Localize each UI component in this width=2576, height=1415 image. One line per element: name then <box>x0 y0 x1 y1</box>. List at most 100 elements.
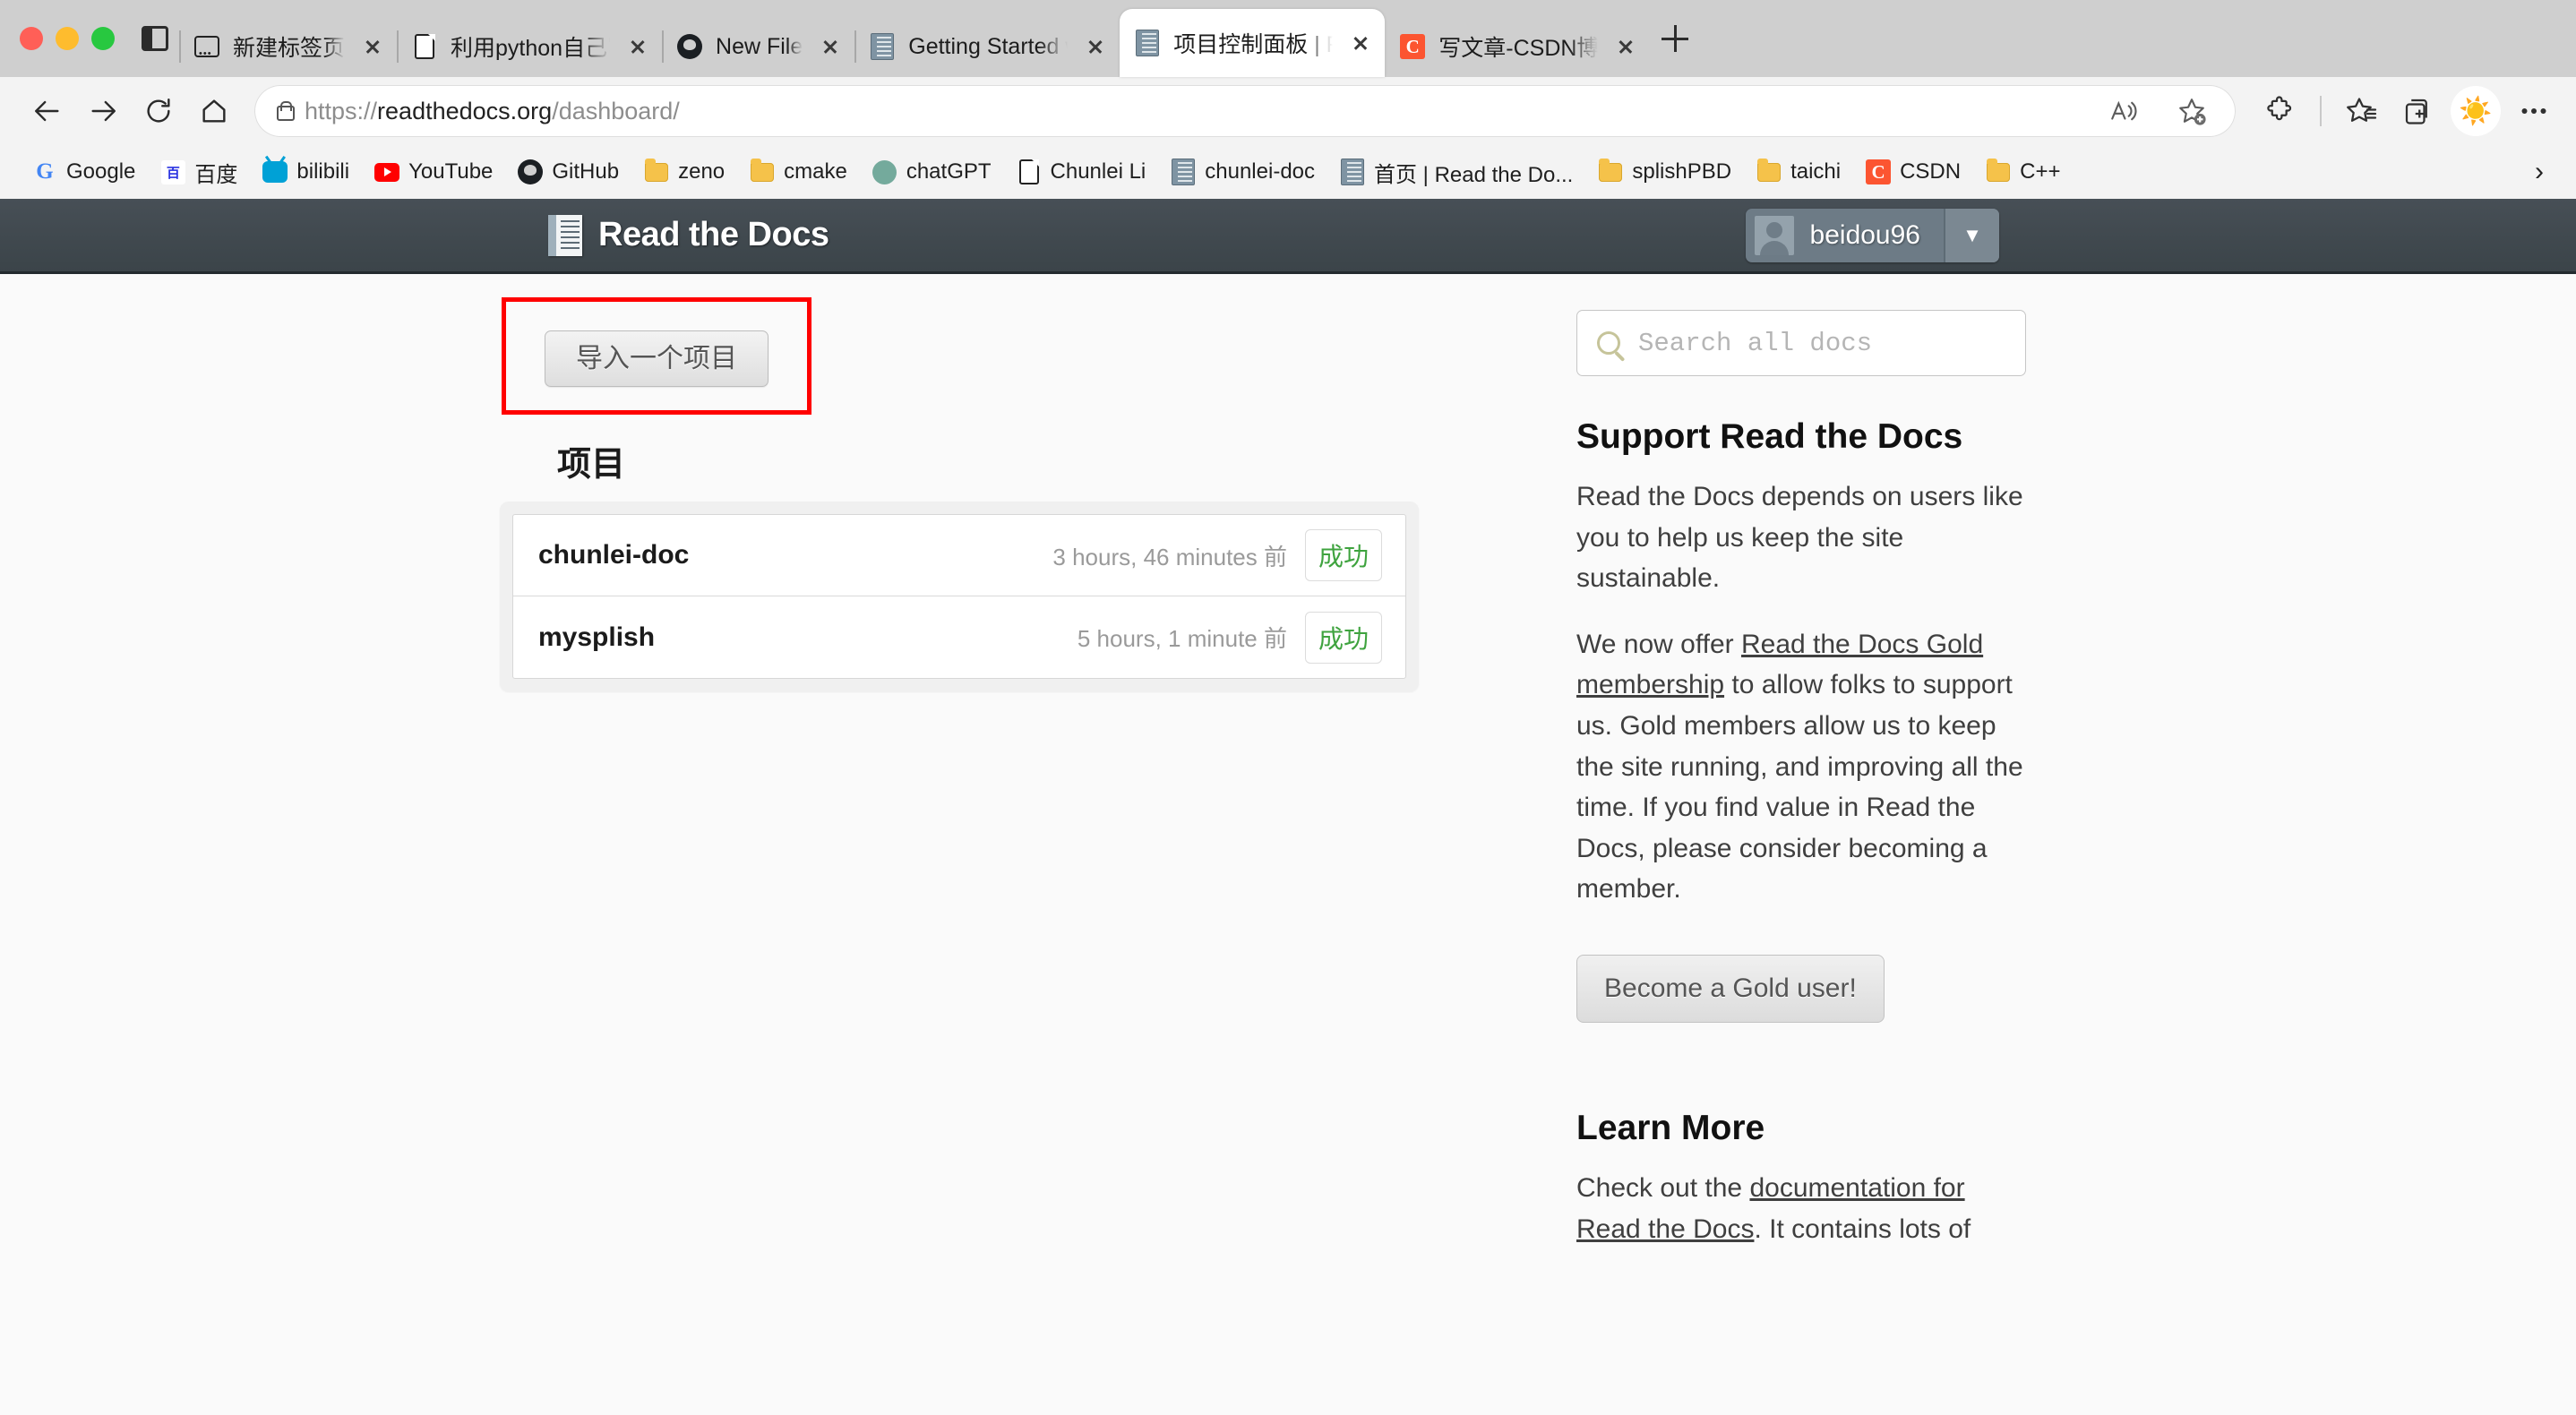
bookmark-rtd-home[interactable]: 首页 | Read the Do... <box>1327 150 1585 193</box>
bookmark-label: chunlei-doc <box>1205 159 1316 184</box>
learn-text-before: Check out the <box>1576 1172 1750 1203</box>
bookmark-taichi[interactable]: taichi <box>1744 150 1853 193</box>
close-tab-button[interactable] <box>623 31 653 62</box>
readthedocs-book-icon <box>548 214 582 256</box>
project-name[interactable]: chunlei-doc <box>538 540 689 570</box>
search-icon <box>1597 331 1620 355</box>
sidebar-icon <box>142 26 168 51</box>
bookmark-csdn[interactable]: C CSDN <box>1853 150 1973 193</box>
home-button[interactable] <box>186 83 242 139</box>
close-tab-button[interactable] <box>1080 31 1111 62</box>
bookmark-label: splishPBD <box>1632 159 1732 184</box>
site-wordmark: Read the Docs <box>598 216 829 253</box>
import-project-button[interactable]: 导入一个项目 <box>545 330 769 387</box>
close-window-button[interactable] <box>20 27 43 50</box>
site-header: Read the Docs beidou96 ▼ <box>0 199 2576 274</box>
username-label: beidou96 <box>1809 219 1920 250</box>
csdn-icon: C <box>1866 159 1892 184</box>
new-tab-button[interactable] <box>1650 0 1700 77</box>
site-logo[interactable]: Read the Docs <box>548 214 829 256</box>
youtube-icon <box>374 159 400 184</box>
table-row[interactable]: mysplish 5 hours, 1 minute 前 成功 <box>513 596 1405 678</box>
browser-window: 新建标签页 利用python自己写个小脚本 New File <box>0 0 2576 1415</box>
status-badge[interactable]: 成功 <box>1304 611 1382 664</box>
bookmark-splishpbd[interactable]: splishPBD <box>1585 150 1744 193</box>
bookmark-bilibili[interactable]: bilibili <box>250 150 362 193</box>
project-build-time: 5 hours, 1 minute 前 <box>1077 625 1287 652</box>
bookmark-cpp[interactable]: C++ <box>1973 150 2073 193</box>
newtab-icon <box>193 33 220 60</box>
close-tab-button[interactable] <box>815 31 846 62</box>
csdn-icon: C <box>1399 33 1426 60</box>
tab-title: 利用python自己写个小脚本 <box>451 36 610 61</box>
back-button[interactable] <box>20 83 75 139</box>
github-icon <box>518 159 544 184</box>
url-bar[interactable]: https://readthedocs.org/dashboard/ <box>254 85 2236 137</box>
bookmark-label: C++ <box>2020 159 2061 184</box>
document-icon <box>411 33 438 60</box>
folder-icon <box>750 158 775 184</box>
learn-text-after: . It contains lots of <box>1754 1213 1971 1244</box>
favorites-icon[interactable] <box>2340 89 2384 133</box>
settings-and-more-icon[interactable] <box>2512 89 2556 133</box>
page-content: Read the Docs beidou96 ▼ 导入一个项目 项目 chunl… <box>0 199 2576 1415</box>
bookmark-label: CSDN <box>1900 159 1962 184</box>
table-row[interactable]: chunlei-doc 3 hours, 46 minutes 前 成功 <box>513 515 1405 596</box>
bookmark-label: bilibili <box>296 159 350 184</box>
google-icon: G <box>36 159 54 184</box>
tab-separator <box>397 30 399 63</box>
bookmarks-overflow-button[interactable]: › <box>2535 157 2560 187</box>
bookmark-zeno[interactable]: zeno <box>631 150 737 193</box>
bookmark-youtube[interactable]: YouTube <box>362 150 505 193</box>
tab-separator <box>662 30 665 63</box>
search-placeholder: Search all docs <box>1638 328 1873 358</box>
bookmark-label: 百度 <box>194 162 238 187</box>
close-tab-button[interactable] <box>1610 31 1641 62</box>
github-icon <box>676 33 703 60</box>
collections-icon[interactable] <box>2395 89 2440 133</box>
sidebar-toggle-button[interactable] <box>131 0 179 77</box>
maximize-window-button[interactable] <box>91 27 115 50</box>
bookmarks-bar: G Google 百 百度 bilibili YouTube GitHub ze… <box>0 145 2576 199</box>
tab-list: 新建标签页 利用python自己写个小脚本 New File <box>179 0 2576 77</box>
close-tab-button[interactable] <box>357 31 388 62</box>
browser-tab-1[interactable]: 利用python自己写个小脚本 <box>397 16 662 77</box>
bookmark-chatgpt[interactable]: chatGPT <box>860 150 1004 193</box>
page-columns: 导入一个项目 项目 chunlei-doc 3 hours, 46 minute… <box>0 274 2576 1274</box>
browser-tab-3[interactable]: Getting Started with Sphinx <box>854 16 1120 77</box>
add-favorite-icon[interactable] <box>2169 89 2214 133</box>
become-gold-user-button[interactable]: Become a Gold user! <box>1576 954 1885 1023</box>
readthedocs-icon <box>1134 30 1161 56</box>
close-tab-button[interactable] <box>1345 28 1376 58</box>
user-profile-button[interactable]: beidou96 <box>1746 209 1944 262</box>
bookmark-cmake[interactable]: cmake <box>737 150 860 193</box>
bookmark-chunlei-li[interactable]: Chunlei Li <box>1004 150 1159 193</box>
minimize-window-button[interactable] <box>56 27 79 50</box>
browser-tab-0[interactable]: 新建标签页 <box>179 16 397 77</box>
projects-card: chunlei-doc 3 hours, 46 minutes 前 成功 mys… <box>500 502 1419 691</box>
extensions-icon[interactable] <box>2257 89 2302 133</box>
tab-separator <box>854 30 857 63</box>
bookmark-github[interactable]: GitHub <box>505 150 631 193</box>
bookmark-chunlei-doc[interactable]: chunlei-doc <box>1158 150 1327 193</box>
search-input[interactable]: Search all docs <box>1576 310 2026 376</box>
user-menu-dropdown-button[interactable]: ▼ <box>1944 208 1999 262</box>
browser-tab-5[interactable]: C 写文章-CSDN博客 <box>1385 16 1650 77</box>
read-aloud-icon[interactable] <box>2101 89 2146 133</box>
browser-tab-4-active[interactable]: 项目控制面板 | Read the Docs <box>1120 9 1386 77</box>
lock-icon <box>276 101 295 121</box>
project-name[interactable]: mysplish <box>538 622 655 653</box>
sidebar-column: Search all docs Support Read the Docs Re… <box>1576 285 2042 1274</box>
user-menu[interactable]: beidou96 ▼ <box>1745 208 1999 262</box>
bookmark-google[interactable]: G Google <box>20 150 148 193</box>
toolbar-divider <box>2320 96 2322 126</box>
browser-tab-2[interactable]: New File <box>662 16 854 77</box>
reload-button[interactable] <box>131 83 186 139</box>
url-text: https://readthedocs.org/dashboard/ <box>305 97 680 124</box>
bookmark-baidu[interactable]: 百 百度 <box>148 150 250 193</box>
browser-essentials-icon[interactable]: ☀️ <box>2451 86 2501 136</box>
support-heading: Support Read the Docs <box>1576 417 1963 456</box>
folder-icon <box>1756 158 1782 184</box>
forward-button[interactable] <box>75 83 131 139</box>
status-badge[interactable]: 成功 <box>1304 529 1382 581</box>
